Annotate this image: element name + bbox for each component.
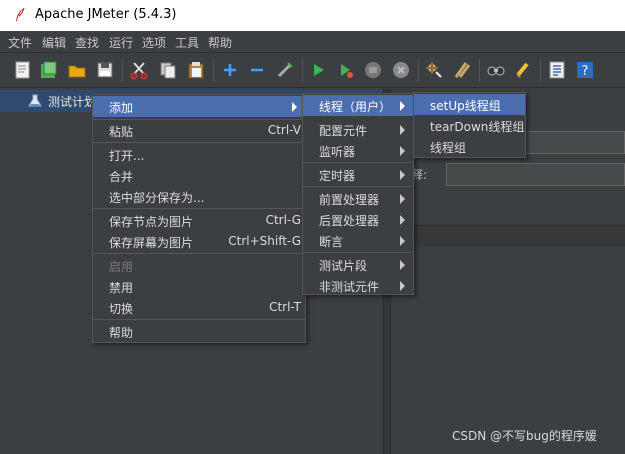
menu-item-setup-thread-group[interactable]: setUp线程组	[414, 94, 525, 115]
comment-field[interactable]	[446, 163, 625, 186]
chevron-right-icon	[292, 102, 297, 112]
menu-item-timer[interactable]: 定时器	[303, 164, 413, 185]
function-helper-icon[interactable]	[546, 59, 568, 81]
expand-icon[interactable]	[219, 59, 241, 81]
menu-item-pre-processor[interactable]: 前置处理器	[303, 188, 413, 209]
clear-all-icon[interactable]	[451, 59, 473, 81]
title-bar: Apache JMeter (5.4.3)	[0, 0, 625, 31]
help-icon[interactable]: ?	[574, 59, 596, 81]
start-icon[interactable]	[307, 59, 329, 81]
chevron-right-icon	[400, 236, 405, 246]
menu-item-non-test-element[interactable]: 非测试元件	[303, 275, 413, 296]
chevron-right-icon	[400, 101, 405, 111]
menu-item-help[interactable]: 帮助	[93, 321, 305, 342]
menu-item-test-fragment[interactable]: 测试片段	[303, 254, 413, 275]
section-header	[391, 225, 625, 247]
toggle-icon[interactable]	[274, 59, 296, 81]
menu-item-disable[interactable]: 禁用	[93, 276, 305, 297]
chevron-right-icon	[400, 194, 405, 204]
menu-item-toggle[interactable]: 切换 Ctrl-T	[93, 297, 305, 318]
chevron-right-icon	[400, 170, 405, 180]
new-icon[interactable]	[12, 59, 34, 81]
tree-node-label: 测试计划	[48, 95, 97, 109]
menu-item-thread-group[interactable]: 线程组	[414, 136, 525, 157]
add-submenu: 线程（用户） 配置元件 监听器 定时器 前置处理器 后置处理器 断言 测试片段 …	[302, 93, 414, 295]
menu-item-teardown-thread-group[interactable]: tearDown线程组	[414, 115, 525, 136]
save-icon[interactable]	[94, 59, 116, 81]
start-no-pause-icon[interactable]	[335, 59, 357, 81]
toolbar: ?	[0, 53, 625, 88]
clear-icon[interactable]	[423, 59, 445, 81]
reset-search-icon[interactable]	[512, 59, 534, 81]
chevron-right-icon	[400, 260, 405, 270]
chevron-right-icon	[400, 215, 405, 225]
cut-icon[interactable]	[128, 59, 150, 81]
menu-bar: 文件 编辑 查找 运行 选项 工具 帮助	[0, 31, 625, 53]
collapse-icon[interactable]	[246, 59, 268, 81]
paste-icon[interactable]	[185, 59, 207, 81]
chevron-right-icon	[400, 281, 405, 291]
shutdown-icon[interactable]	[390, 59, 412, 81]
templates-icon[interactable]	[38, 59, 60, 81]
chevron-right-icon	[400, 125, 405, 135]
flask-icon	[28, 94, 42, 107]
menu-item-add[interactable]: 添加	[93, 96, 305, 117]
search-icon[interactable]	[485, 59, 507, 81]
copy-icon[interactable]	[157, 59, 179, 81]
menu-help[interactable]: 帮助	[208, 34, 232, 51]
window-title: Apache JMeter (5.4.3)	[35, 7, 177, 22]
stop-icon[interactable]	[362, 59, 384, 81]
menu-item-post-processor[interactable]: 后置处理器	[303, 209, 413, 230]
menu-search[interactable]: 查找	[75, 34, 99, 51]
menu-item-enable: 启用	[109, 260, 134, 274]
context-menu: 添加 粘贴 Ctrl-V 打开... 合并 选中部分保存为... 保存节点为图片…	[92, 94, 306, 343]
jmeter-feather-icon	[16, 7, 25, 21]
threads-submenu: setUp线程组 tearDown线程组 线程组	[413, 92, 526, 158]
menu-tools[interactable]: 工具	[175, 34, 199, 51]
menu-edit[interactable]: 编辑	[42, 34, 66, 51]
watermark: CSDN @不写bug的程序媛	[452, 429, 597, 443]
menu-file[interactable]: 文件	[8, 34, 32, 51]
menu-run[interactable]: 运行	[109, 34, 133, 51]
menu-item-config-element[interactable]: 配置元件	[303, 119, 413, 140]
svg-text:?: ?	[582, 64, 589, 79]
menu-item-merge[interactable]: 合并	[93, 165, 305, 186]
menu-item-listener[interactable]: 监听器	[303, 140, 413, 161]
menu-item-paste[interactable]: 粘贴 Ctrl-V	[93, 120, 305, 141]
menu-item-open[interactable]: 打开...	[93, 144, 305, 165]
menu-item-threads[interactable]: 线程（用户）	[303, 95, 413, 116]
menu-options[interactable]: 选项	[142, 34, 166, 51]
menu-item-assertion[interactable]: 断言	[303, 230, 413, 251]
menu-item-save-selection-as[interactable]: 选中部分保存为...	[93, 186, 305, 207]
chevron-right-icon	[400, 146, 405, 156]
open-icon[interactable]	[66, 59, 88, 81]
menu-item-save-screen-as-image[interactable]: 保存屏幕为图片 Ctrl+Shift-G	[93, 231, 305, 252]
menu-item-save-node-as-image[interactable]: 保存节点为图片 Ctrl-G	[93, 210, 305, 231]
